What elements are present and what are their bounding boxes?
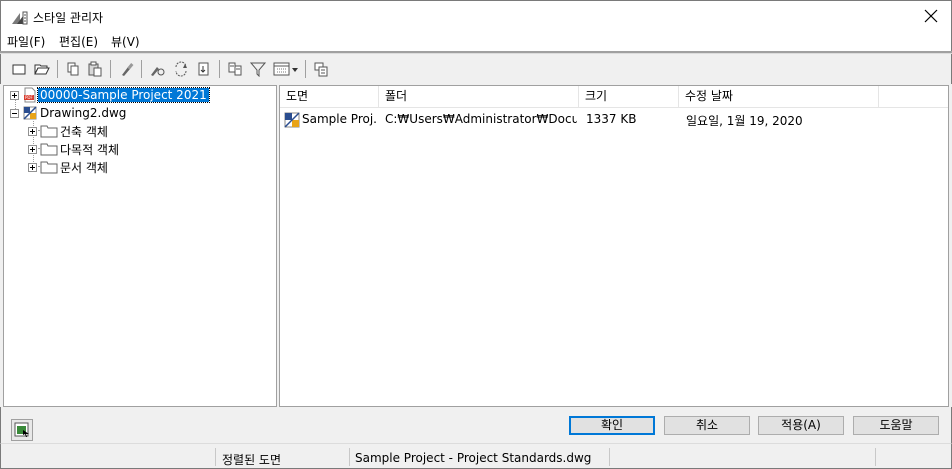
table-row[interactable]: Sample Proj... C:₩Users₩Administrator₩Do… — [280, 109, 948, 129]
menu-edit[interactable]: 편집(E) — [59, 33, 98, 50]
tree-item-label: 문서 객체 — [60, 160, 108, 175]
expand-plus-icon[interactable] — [28, 126, 37, 136]
tree-item-multi-purpose-objects[interactable]: 다목적 객체 — [28, 140, 121, 158]
filter-button[interactable] — [248, 59, 268, 79]
tree-item-drawing[interactable]: Drawing2.dwg — [10, 104, 128, 122]
expand-plus-icon[interactable] — [28, 162, 37, 172]
dwg-drawing-icon — [23, 106, 37, 120]
folder-icon — [40, 143, 58, 156]
toggle-preview-button[interactable] — [11, 419, 33, 441]
sync-icon — [175, 61, 187, 77]
copy-button[interactable] — [63, 59, 83, 79]
style-properties-button[interactable] — [311, 59, 331, 79]
cell-folder: C:₩Users₩Administrator₩Docum... — [385, 112, 577, 126]
tree-item-label: 00000-Sample Project 2021 — [37, 87, 210, 103]
filter-icon — [250, 62, 266, 77]
purge-styles-button[interactable] — [147, 59, 167, 79]
brush-icon — [122, 63, 134, 76]
tree-item-architectural-objects[interactable]: 건축 객체 — [28, 122, 110, 140]
tree-item-label: 다목적 객체 — [60, 142, 120, 157]
status-bar: 정렬된 도면 Sample Project - Project Standard… — [0, 443, 952, 469]
cell-drawing: Sample Proj... — [302, 112, 378, 126]
toolbar — [0, 54, 952, 84]
two-documents-icon — [228, 62, 242, 76]
svg-text:PDF: PDF — [25, 95, 33, 100]
cell-modified: 일요일, 1월 19, 2020 — [686, 114, 803, 128]
menu-view[interactable]: 뷰(V) — [111, 33, 140, 50]
dialog-button-bar: 확인 취소 적용(A) 도움말 — [0, 407, 952, 443]
style-manager-app-icon — [11, 9, 29, 25]
dwg-drawing-icon — [284, 112, 300, 128]
tree-item-label: Drawing2.dwg — [40, 106, 127, 120]
pdf-document-icon: PDF — [24, 87, 36, 103]
collapse-minus-icon[interactable] — [10, 108, 19, 118]
window-title: 스타일 관리자 — [33, 11, 104, 25]
purge-icon — [151, 67, 165, 76]
column-header-drawing[interactable]: 도면 — [280, 86, 379, 108]
open-folder-button[interactable] — [32, 59, 52, 79]
apply-button[interactable]: 적용(A) — [758, 416, 844, 435]
open-folder-icon — [34, 64, 50, 75]
help-button[interactable]: 도움말 — [853, 416, 939, 435]
tree-item-project[interactable]: PDF 00000-Sample Project 2021 — [10, 86, 210, 104]
synchronize-button[interactable] — [171, 59, 191, 79]
menu-bar: 파일(F) 편집(E) 뷰(V) — [0, 31, 952, 51]
tree-item-label: 건축 객체 — [60, 124, 108, 139]
edit-style-button[interactable] — [117, 59, 137, 79]
folder-icon — [40, 125, 58, 138]
folder-icon — [40, 161, 58, 174]
column-header-folder[interactable]: 폴더 — [379, 86, 579, 108]
properties-icon — [314, 62, 328, 77]
status-label: 정렬된 도면 — [222, 453, 282, 467]
expand-plus-icon[interactable] — [10, 90, 19, 100]
expand-plus-icon[interactable] — [28, 144, 37, 154]
close-window-button[interactable] — [917, 4, 945, 28]
new-file-button[interactable] — [9, 59, 29, 79]
list-header: 도면 폴더 크기 수정 날짜 — [280, 86, 948, 108]
close-icon — [924, 9, 938, 23]
column-header-modified[interactable]: 수정 날짜 — [679, 86, 879, 108]
preview-window-icon — [14, 422, 29, 437]
cell-size: 1337 KB — [586, 112, 637, 126]
toggle-view-button[interactable] — [225, 59, 245, 79]
export-button[interactable] — [194, 59, 214, 79]
ok-button[interactable]: 확인 — [569, 416, 655, 435]
column-header-size[interactable]: 크기 — [579, 86, 679, 108]
drawing-list-view[interactable]: 도면 폴더 크기 수정 날짜 Sample Proj... C:₩Users₩A… — [279, 85, 949, 407]
new-file-icon — [12, 64, 26, 75]
paste-button[interactable] — [85, 59, 105, 79]
menu-file[interactable]: 파일(F) — [7, 33, 45, 50]
tree-item-documentation-objects[interactable]: 문서 객체 — [28, 158, 110, 176]
title-bar: 스타일 관리자 — [0, 0, 952, 31]
status-current-standards: Sample Project - Project Standards.dwg — [355, 451, 592, 465]
list-view-icon — [273, 62, 298, 76]
copy-icon — [67, 62, 79, 76]
paste-icon — [88, 61, 102, 77]
document-arrow-icon — [198, 62, 209, 76]
cancel-button[interactable]: 취소 — [664, 416, 750, 435]
style-tree-view[interactable]: PDF 00000-Sample Project 2021 Drawing2.d… — [3, 85, 277, 407]
view-options-dropdown[interactable] — [272, 59, 300, 79]
